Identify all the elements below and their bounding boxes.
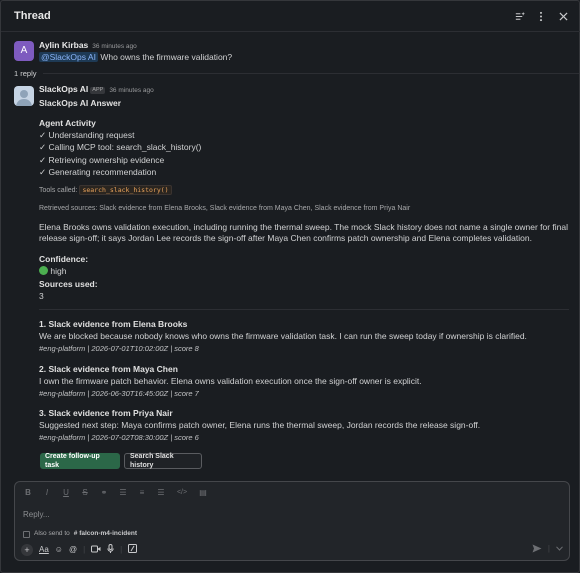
microphone-icon[interactable] (107, 544, 114, 557)
app-badge: APP (90, 87, 106, 95)
answer-text: Elena Brooks owns validation execution, … (39, 222, 569, 244)
send-icon[interactable] (532, 544, 542, 557)
text-format-icon[interactable]: Aa (39, 545, 49, 556)
video-icon[interactable] (91, 545, 101, 557)
thread-title: Thread (14, 10, 51, 22)
strikethrough-icon[interactable]: S (80, 488, 90, 499)
tools-label: Tools called: (39, 187, 78, 194)
italic-icon[interactable]: I (42, 488, 52, 499)
ai-sparkle-icon[interactable] (511, 8, 527, 24)
confidence-value: high (50, 266, 67, 276)
activity-step: ✓ Understanding request (39, 130, 135, 140)
message-body: Who owns the firmware validation? (100, 52, 233, 62)
at-mention-icon[interactable]: @ (69, 545, 77, 556)
tool-code: search_slack_history() (79, 185, 172, 195)
reply-count: 1 reply (14, 69, 37, 78)
emoji-icon[interactable]: ☺ (55, 545, 63, 556)
code-block-icon[interactable]: ▤ (198, 488, 208, 499)
tools-called: Tools called: search_slack_history() (39, 185, 172, 195)
evidence-meta: #eng-platform | 2026-06-30T16:45:00Z | s… (39, 389, 199, 398)
header-actions (511, 8, 571, 24)
close-icon[interactable] (555, 8, 571, 24)
bold-icon[interactable]: B (23, 488, 33, 499)
blockquote-icon[interactable]: ☰ (156, 488, 166, 499)
activity-title: Agent Activity (39, 118, 96, 128)
reply-composer: B I U S ⚭ ☰ ≡ ☰ </> ▤ Reply... Also send… (14, 481, 570, 561)
root-message-header: Aylin Kirbas 36 minutes ago (39, 40, 137, 52)
chevron-down-icon[interactable] (556, 544, 563, 557)
confidence-row: high (39, 266, 66, 277)
activity-step: ✓ Retrieving ownership evidence (39, 155, 165, 165)
evidence-meta: #eng-platform | 2026-07-02T08:30:00Z | s… (39, 433, 199, 442)
underline-icon[interactable]: U (61, 488, 71, 499)
answer-heading: SlackOps AI Answer (39, 98, 122, 108)
evidence-title: 2. Slack evidence from Maya Chen (39, 364, 178, 374)
formatting-toolbar: B I U S ⚭ ☰ ≡ ☰ </> ▤ (23, 488, 208, 499)
bulleted-list-icon[interactable]: ≡ (137, 488, 147, 499)
thread-panel: Thread A Aylin Kirbas 36 minutes ago @Sla… (0, 0, 580, 573)
evidence-title: 1. Slack evidence from Elena Brooks (39, 319, 188, 329)
also-send-row: Also send to # falcon-m4-incident (23, 530, 137, 539)
also-send-label: Also send to (34, 530, 70, 537)
plus-icon[interactable]: + (21, 544, 33, 557)
mention[interactable]: @SlackOps AI (39, 52, 98, 62)
evidence-text: I own the firmware patch behavior. Elena… (39, 376, 422, 386)
evidence-meta: #eng-platform | 2026-07-01T10:02:00Z | s… (39, 344, 199, 353)
evidence-title: 3. Slack evidence from Priya Nair (39, 408, 173, 418)
link-icon[interactable]: ⚭ (99, 488, 109, 499)
toolbar-separator: | (83, 545, 86, 554)
bot-message-header: SlackOps AI APP 36 minutes ago (39, 84, 154, 96)
user-placeholder-icon (16, 90, 32, 106)
code-icon[interactable]: </> (175, 488, 189, 499)
numbered-list-icon[interactable]: ☰ (118, 488, 128, 499)
confidence-label: Confidence: (39, 254, 89, 264)
reply-divider (43, 73, 579, 74)
channel-name: # falcon-m4-incident (73, 530, 137, 537)
green-circle-icon (39, 266, 48, 275)
author-name[interactable]: SlackOps AI (39, 84, 88, 94)
activity-step: ✓ Generating recommendation (39, 167, 157, 177)
send-separator: | (547, 544, 550, 553)
sources-used-label: Sources used: (39, 279, 98, 289)
activity-step: ✓ Calling MCP tool: search_slack_history… (39, 142, 202, 152)
send-controls: | (532, 544, 563, 557)
evidence-text: Suggested next step: Maya confirms patch… (39, 420, 481, 430)
search-slack-history-button[interactable]: Search Slack history (124, 453, 202, 469)
also-send-checkbox[interactable] (23, 530, 30, 538)
avatar[interactable]: A (14, 41, 34, 61)
author-name[interactable]: Aylin Kirbas (39, 40, 88, 50)
bot-avatar[interactable] (14, 86, 34, 106)
retrieved-sources: Retrieved sources: Slack evidence from E… (39, 205, 411, 212)
sources-used-value: 3 (39, 291, 44, 301)
timestamp[interactable]: 36 minutes ago (92, 43, 136, 50)
root-message-text: @SlackOps AI Who owns the firmware valid… (39, 52, 232, 63)
thread-header: Thread (1, 1, 580, 32)
reply-input[interactable]: Reply... (23, 510, 50, 521)
evidence-text: We are blocked because nobody knows who … (39, 331, 527, 341)
composer-actions: + Aa ☺ @ | | (21, 544, 138, 557)
divider (39, 309, 569, 310)
toolbar-separator: | (120, 545, 123, 554)
more-options-icon[interactable] (533, 8, 549, 24)
create-follow-up-task-button[interactable]: Create follow-up task (40, 453, 120, 469)
slash-command-icon[interactable] (128, 544, 138, 557)
timestamp[interactable]: 36 minutes ago (109, 87, 153, 94)
